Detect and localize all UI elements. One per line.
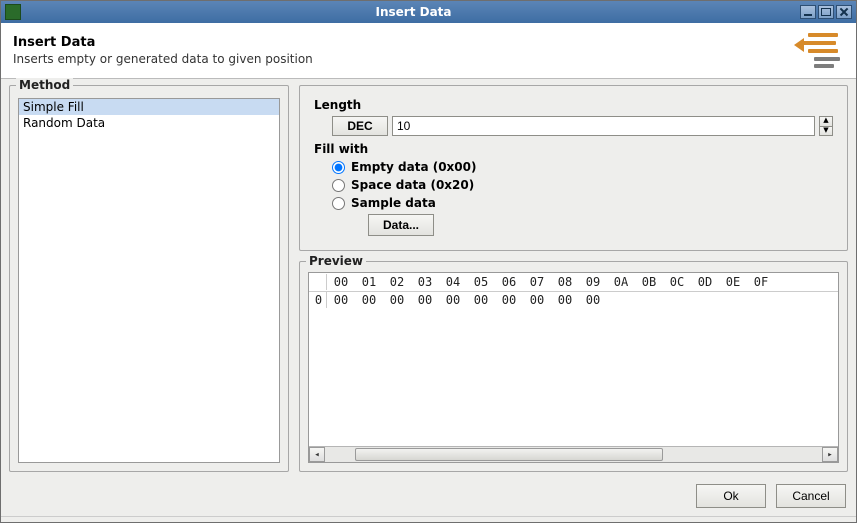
preview-legend: Preview — [306, 254, 366, 268]
scroll-left-button[interactable]: ◂ — [309, 447, 325, 462]
radio-sample-data[interactable] — [332, 197, 345, 210]
dialog-header: Insert Data Inserts empty or generated d… — [1, 23, 856, 79]
app-icon — [5, 4, 21, 20]
radio-empty-data-label[interactable]: Empty data (0x00) — [351, 160, 476, 174]
titlebar[interactable]: Insert Data — [1, 1, 856, 23]
settings-group: Length DEC ▲ ▼ Fill with Empty data (0x0… — [299, 85, 848, 251]
close-button[interactable] — [836, 5, 852, 19]
fill-with-label: Fill with — [314, 142, 833, 156]
page-description: Inserts empty or generated data to given… — [13, 52, 800, 66]
preview-group: Preview 000102030405060708090A0B0C0D0E0F… — [299, 261, 848, 472]
radio-space-data[interactable] — [332, 179, 345, 192]
insert-data-icon — [800, 31, 844, 71]
ok-button[interactable]: Ok — [696, 484, 766, 508]
spin-down-button[interactable]: ▼ — [819, 126, 833, 137]
method-item-simple-fill[interactable]: Simple Fill — [19, 99, 279, 115]
hex-row: 000000000000000000000 — [309, 292, 838, 308]
radio-empty-data[interactable] — [332, 161, 345, 174]
spin-up-button[interactable]: ▲ — [819, 116, 833, 126]
scroll-right-button[interactable]: ▸ — [822, 447, 838, 462]
length-input[interactable] — [392, 116, 815, 136]
page-title: Insert Data — [13, 35, 800, 50]
radio-space-data-label[interactable]: Space data (0x20) — [351, 178, 474, 192]
method-group: Method Simple Fill Random Data — [9, 85, 289, 472]
horizontal-scrollbar[interactable]: ◂ ▸ — [309, 446, 838, 462]
statusbar — [1, 516, 856, 522]
hex-header-row: 000102030405060708090A0B0C0D0E0F — [309, 273, 838, 292]
radio-sample-data-label[interactable]: Sample data — [351, 196, 436, 210]
window: Insert Data Insert Data Inserts empty or… — [0, 0, 857, 523]
minimize-button[interactable] — [800, 5, 816, 19]
hex-preview: 000102030405060708090A0B0C0D0E0F 0000000… — [308, 272, 839, 463]
content-area: Method Simple Fill Random Data Length DE… — [1, 79, 856, 476]
scroll-thumb[interactable] — [355, 448, 663, 461]
method-legend: Method — [16, 78, 73, 92]
cancel-button[interactable]: Cancel — [776, 484, 846, 508]
method-item-random-data[interactable]: Random Data — [19, 115, 279, 131]
length-label: Length — [314, 98, 833, 112]
dialog-footer: Ok Cancel — [1, 476, 856, 516]
scroll-track[interactable] — [325, 447, 822, 462]
maximize-button[interactable] — [818, 5, 834, 19]
radix-toggle-button[interactable]: DEC — [332, 116, 388, 136]
length-spinner: ▲ ▼ — [819, 116, 833, 136]
method-list[interactable]: Simple Fill Random Data — [18, 98, 280, 463]
window-title: Insert Data — [27, 5, 800, 19]
sample-data-button[interactable]: Data... — [368, 214, 434, 236]
